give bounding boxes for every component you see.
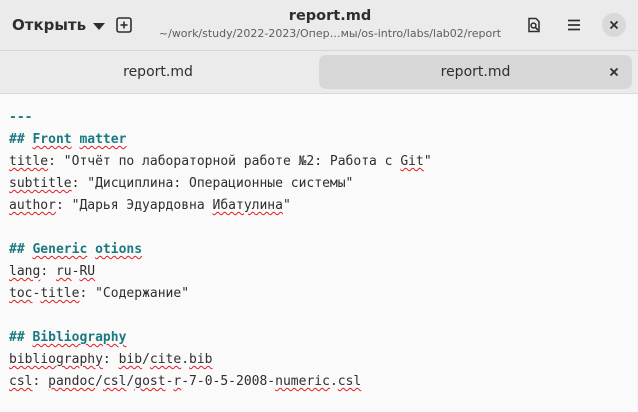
- editor-token: bib: [118, 352, 143, 367]
- editor-token: ##: [9, 330, 33, 345]
- editor-token: author: [9, 198, 56, 213]
- editor-token: : "Дисциплина: Операционные системы": [71, 176, 354, 191]
- tab-close-button[interactable]: [606, 64, 622, 80]
- new-tab-button[interactable]: [110, 11, 138, 39]
- editor-token: Bibliography: [32, 330, 127, 345]
- editor-token: RU: [79, 264, 96, 279]
- editor-token: ": [282, 198, 291, 213]
- editor-token: .: [329, 374, 338, 389]
- editor-line: author: "Дарья Эдуардовна Ибатулина": [9, 195, 432, 217]
- editor-token: Git: [400, 154, 424, 169]
- editor-content[interactable]: --- ## Front matter title: "Отчёт по лабор…: [9, 107, 432, 393]
- editor-line: ## Generic otions: [9, 239, 432, 261]
- editor-token: Ибатулина: [212, 198, 283, 213]
- editor-token: csl: [9, 374, 33, 389]
- text-editor-window: Открыть report.md ~/work/study/2022-2023…: [0, 0, 638, 412]
- close-icon: [609, 20, 619, 30]
- chevron-down-icon: [93, 22, 106, 30]
- tab-label: report.md: [123, 64, 193, 80]
- editor-token: Front: [32, 132, 72, 147]
- window-title: report.md: [288, 8, 372, 24]
- close-button-circle: [602, 13, 626, 37]
- editor-token: csl: [102, 374, 127, 389]
- editor-token: bib: [189, 352, 213, 367]
- editor-line: ## Bibliography: [9, 327, 432, 349]
- editor-token: lang: [9, 264, 41, 279]
- tab-report-md-2[interactable]: report.md: [319, 55, 632, 89]
- close-icon: [609, 67, 619, 77]
- window-subtitle-path: ~/work/study/2022-2023/Опер…мы/os-intro/…: [158, 27, 502, 40]
- editor-token: cite: [149, 352, 182, 367]
- editor-token: gost: [134, 374, 166, 389]
- editor-token: bibliography: [9, 352, 103, 367]
- text-editor-area[interactable]: --- ## Front matter title: "Отчёт по лабор…: [0, 94, 638, 412]
- close-window-button[interactable]: [600, 11, 628, 39]
- editor-token: :: [40, 264, 56, 279]
- hamburger-menu-icon: [568, 19, 580, 31]
- editor-token: Generic: [32, 242, 88, 257]
- editor-token: /: [142, 352, 150, 367]
- editor-token: subtitle: [9, 176, 72, 191]
- editor-line: subtitle: "Дисциплина: Операционные сист…: [9, 173, 432, 195]
- editor-token: ru: [55, 264, 72, 279]
- editor-line: title: "Отчёт по лабораторной работе №2:…: [9, 151, 432, 173]
- open-label: Открыть: [12, 16, 87, 34]
- editor-token: /: [95, 374, 103, 389]
- editor-token: ##: [9, 242, 33, 257]
- header-bar: Открыть report.md ~/work/study/2022-2023…: [0, 0, 638, 51]
- editor-token: : "Содержание": [79, 286, 190, 301]
- document-search-icon: [528, 17, 540, 33]
- editor-token: :: [32, 374, 49, 389]
- editor-line: ## Front matter: [9, 129, 432, 151]
- editor-token: .: [181, 352, 190, 367]
- search-button[interactable]: [520, 11, 548, 39]
- editor-token: toc: [9, 286, 33, 301]
- editor-token: title: [9, 154, 49, 169]
- editor-token: csl: [337, 374, 362, 389]
- editor-token: ##: [9, 132, 33, 147]
- editor-token: title: [40, 286, 80, 301]
- editor-line: toc-title: "Содержание": [9, 283, 432, 305]
- editor-token: otions: [95, 242, 143, 257]
- tab-report-md-1[interactable]: report.md: [6, 55, 310, 89]
- editor-token: ": [423, 154, 432, 169]
- editor-token: -7-0-5-2008-: [181, 374, 276, 389]
- editor-token: [87, 242, 95, 257]
- editor-token: pandoc: [48, 374, 96, 389]
- editor-token: numeric: [275, 374, 330, 389]
- main-menu-button[interactable]: [560, 11, 588, 39]
- editor-line: lang: ru-RU: [9, 261, 432, 283]
- window-title-block: report.md ~/work/study/2022-2023/Опер…мы…: [150, 7, 510, 42]
- editor-token: :: [102, 352, 119, 367]
- editor-token: matter: [79, 132, 127, 147]
- editor-token: ---: [9, 110, 33, 125]
- editor-line: csl: pandoc/csl/gost-r-7-0-5-2008-numeri…: [9, 371, 432, 393]
- editor-line: ---: [9, 107, 432, 129]
- editor-line: bibliography: bib/cite.bib: [9, 349, 432, 371]
- open-button[interactable]: Открыть: [6, 11, 111, 39]
- tab-bar: report.md report.md: [0, 51, 638, 94]
- tab-label: report.md: [440, 64, 511, 80]
- editor-token: : "Дарья Эдуардовна: [55, 198, 213, 213]
- new-tab-icon: [116, 17, 132, 33]
- editor-token: : "Отчёт по лабораторной работе №2: Рабо…: [48, 154, 401, 169]
